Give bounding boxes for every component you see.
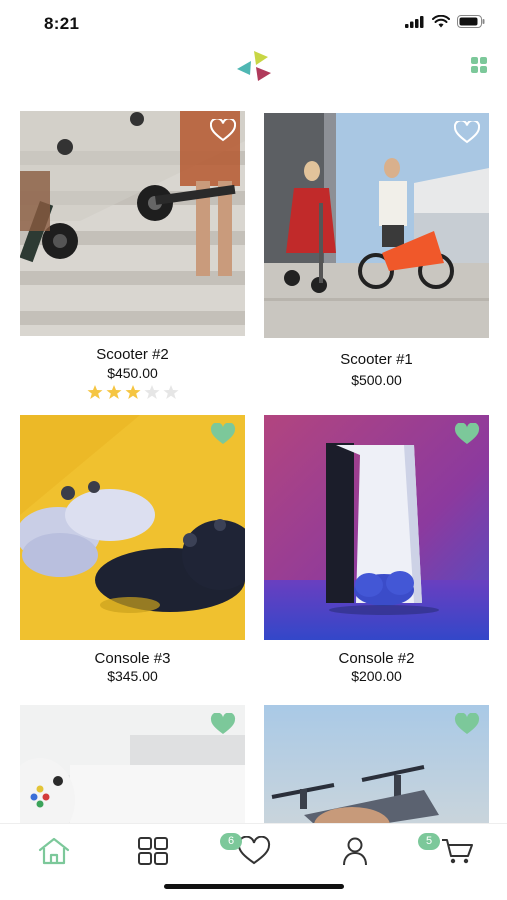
heart-outline-icon[interactable]	[454, 121, 480, 144]
scooter-couple-photo	[264, 113, 489, 338]
profile-icon[interactable]	[337, 836, 373, 866]
star-empty-icon	[163, 385, 178, 399]
status-icons	[405, 15, 485, 28]
categories-icon[interactable]	[135, 836, 171, 866]
heart-filled-icon[interactable]	[210, 713, 236, 736]
heart-outline-icon[interactable]	[210, 119, 236, 142]
product-image[interactable]	[264, 415, 489, 640]
wifi-icon	[432, 15, 450, 28]
status-time: 8:21	[44, 14, 80, 33]
product-price: $345.00	[107, 668, 158, 684]
product-image[interactable]	[20, 111, 245, 336]
product-name: Scooter #2	[96, 346, 169, 363]
heart-filled-icon[interactable]	[210, 423, 236, 446]
status-bar: 8:21	[0, 0, 507, 48]
battery-icon	[457, 15, 485, 28]
product-image[interactable]	[20, 705, 245, 823]
product-card[interactable]: Scooter #2 $450.00	[20, 111, 245, 400]
heart-filled-icon[interactable]	[454, 713, 480, 736]
app-logo	[237, 51, 271, 81]
product-price: $200.00	[351, 668, 402, 684]
cart-badge: 5	[418, 833, 440, 850]
star-filled-icon	[125, 385, 140, 399]
product-name: Scooter #1	[340, 351, 413, 368]
home-indicator	[164, 884, 344, 889]
product-card[interactable]	[20, 705, 245, 823]
star-filled-icon	[106, 385, 121, 399]
app-header	[0, 44, 507, 92]
grid-view-icon[interactable]	[470, 56, 488, 74]
favorites-nav-item[interactable]: 6	[220, 833, 272, 866]
product-card[interactable]: Scooter #1 $500.00	[264, 113, 489, 388]
product-card[interactable]	[264, 705, 489, 823]
product-image[interactable]	[264, 113, 489, 338]
product-price: $500.00	[351, 372, 402, 388]
home-icon[interactable]	[36, 836, 72, 866]
heart-filled-icon[interactable]	[454, 423, 480, 446]
product-card[interactable]: Console #2 $200.00	[264, 415, 489, 684]
product-image[interactable]	[264, 705, 489, 823]
controllers-yellow-photo	[20, 415, 245, 640]
star-filled-icon	[87, 385, 102, 399]
scooter-stairs-photo	[20, 111, 245, 336]
cart-nav-item[interactable]: 5	[418, 833, 476, 866]
signal-icon	[405, 15, 424, 28]
product-name: Console #3	[94, 650, 171, 667]
ps5-purple-photo	[264, 415, 489, 640]
cart-icon	[442, 839, 473, 864]
favorites-badge: 6	[220, 833, 242, 850]
product-grid: Scooter #2 $450.00 Scooter #1 $500.00 Co…	[0, 108, 507, 823]
product-rating	[20, 384, 245, 400]
product-price: $450.00	[107, 365, 158, 381]
product-card[interactable]: Console #3 $345.00	[20, 415, 245, 684]
product-name: Console #2	[338, 650, 415, 667]
product-image[interactable]	[20, 415, 245, 640]
star-empty-icon	[144, 385, 159, 399]
